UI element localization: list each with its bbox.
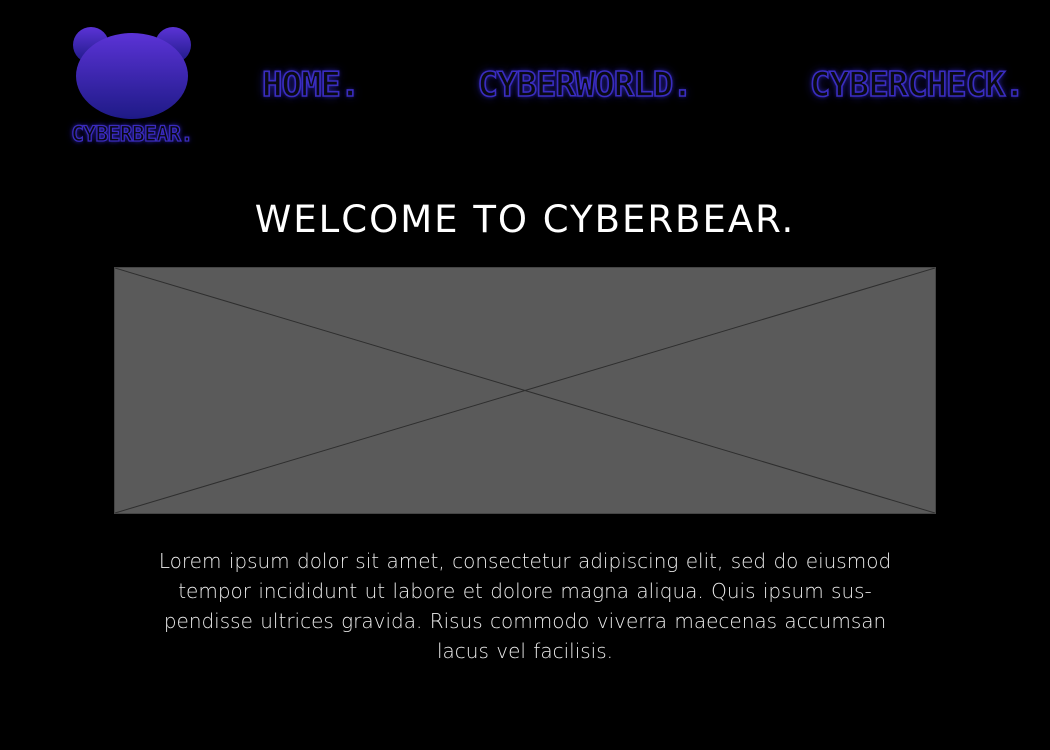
paragraph-line: lacus vel facilisis. xyxy=(436,639,614,663)
paragraph-line: pendisse ultrices gravida. Risus commodo… xyxy=(163,609,887,633)
brand-wordmark: CYBERBEAR. xyxy=(71,121,194,146)
paragraph-line: tempor incididunt ut labore et dolore ma… xyxy=(178,579,872,603)
intro-paragraph: Lorem ipsum dolor sit amet, consectetur … xyxy=(124,546,926,666)
main-nav: HOME. CYBERWORLD. CYBERCHECK. xyxy=(261,62,1026,108)
bear-head-icon xyxy=(73,27,191,119)
image-placeholder xyxy=(114,267,936,514)
paragraph-line: Lorem ipsum dolor sit amet, consectetur … xyxy=(158,549,892,573)
page-title: WELCOME TO CYBERBEAR. xyxy=(254,198,796,241)
nav-link-cyberworld[interactable]: CYBERWORLD. xyxy=(477,62,694,108)
nav-link-home[interactable]: HOME. xyxy=(261,62,361,108)
brand-logo[interactable]: CYBERBEAR. xyxy=(36,24,228,150)
nav-link-cybercheck[interactable]: CYBERCHECK. xyxy=(809,62,1026,108)
placeholder-cross-icon xyxy=(115,268,935,513)
